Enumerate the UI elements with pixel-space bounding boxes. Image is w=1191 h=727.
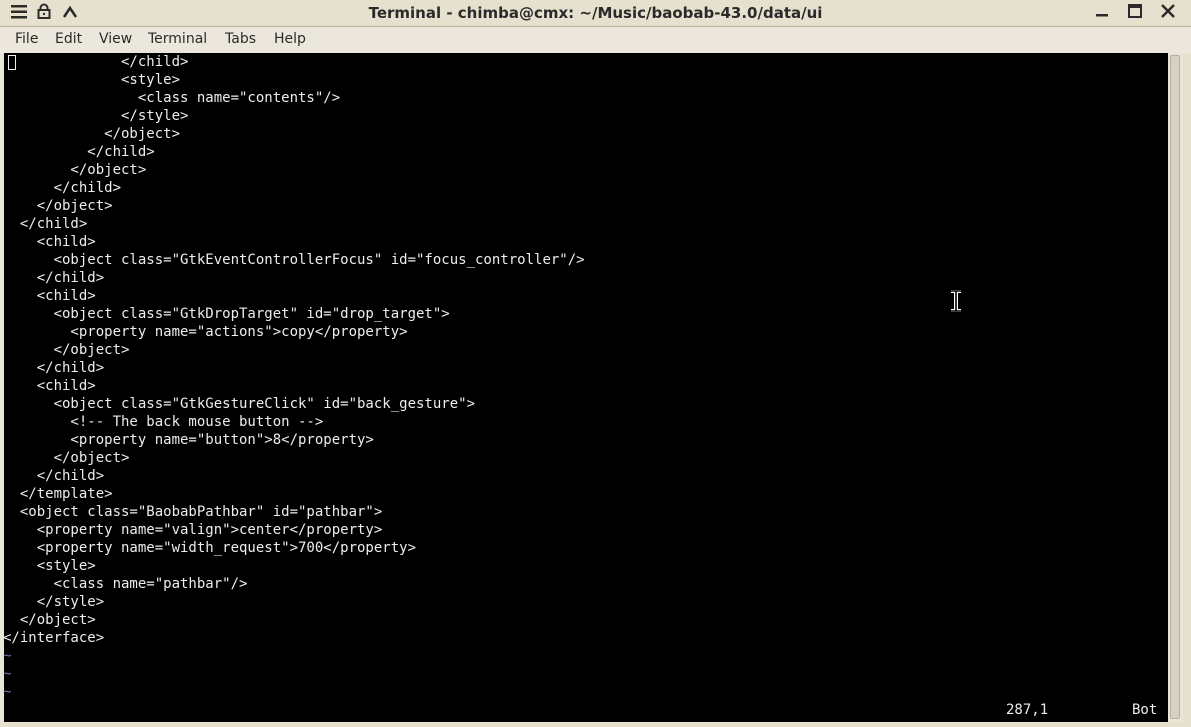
terminal-line: </object> [3, 126, 181, 142]
menu-help[interactable]: Help [274, 31, 306, 47]
terminal-line: </object> [3, 612, 96, 628]
terminal-line: <object class="GtkGestureClick" id="back… [3, 396, 476, 412]
terminal-line: <child> [3, 288, 96, 304]
terminal-line: </object> [3, 162, 147, 178]
terminal-line: <property name="button">8</property> [3, 432, 374, 448]
terminal-line: <class name="contents"/> [3, 90, 341, 106]
terminal-line: <style> [3, 558, 96, 574]
cursor-position: 287,1 [1006, 702, 1049, 718]
maximize-icon [1127, 3, 1143, 23]
menu-terminal[interactable]: Terminal [148, 31, 207, 47]
menu-edit[interactable]: Edit [55, 31, 82, 47]
terminal-line: <property name="width_request">700</prop… [3, 540, 417, 556]
minimize-icon [1094, 3, 1110, 23]
terminal-line: </child> [3, 54, 189, 70]
minimize-button[interactable] [1091, 2, 1113, 24]
terminal-line: </object> [3, 342, 130, 358]
terminal-line: <class name="pathbar"/> [3, 576, 248, 592]
window-border-right [1183, 53, 1191, 727]
terminal-line: </child> [3, 270, 105, 286]
menu-tabs[interactable]: Tabs [225, 31, 256, 47]
terminal-line: <child> [3, 234, 96, 250]
terminal-view[interactable] [4, 53, 1168, 722]
terminal-line: </child> [3, 468, 105, 484]
window-border-bottom [0, 722, 1191, 727]
terminal-line: <object class="GtkEventControllerFocus" … [3, 252, 585, 268]
terminal-line: </object> [3, 450, 130, 466]
terminal-line: </child> [3, 360, 105, 376]
terminal-line: <object class="BaobabPathbar" id="pathba… [3, 504, 383, 520]
maximize-button[interactable] [1124, 2, 1146, 24]
text-cursor [8, 55, 16, 70]
terminal-line: <style> [3, 72, 181, 88]
terminal-line: </style> [3, 594, 105, 610]
close-icon [1160, 3, 1176, 23]
terminal-line: </child> [3, 180, 122, 196]
terminal-line: <object class="GtkDropTarget" id="drop_t… [3, 306, 450, 322]
terminal-line: </interface> [3, 630, 105, 646]
terminal-line: </object> [3, 198, 113, 214]
empty-line-tilde: ~ [3, 684, 12, 700]
menu-file[interactable]: File [15, 31, 38, 47]
menu-bar: File Edit View Terminal Tabs Help [0, 27, 1191, 53]
terminal-line: <child> [3, 378, 96, 394]
terminal-line: <property name="valign">center</property… [3, 522, 383, 538]
window-title: Terminal - chimba@cmx: ~/Music/baobab-43… [368, 4, 823, 22]
terminal-line: </child> [3, 144, 155, 160]
terminal-line: </style> [3, 108, 189, 124]
scrollbar-thumb[interactable] [1170, 55, 1180, 719]
mouse-ibeam-icon [949, 289, 963, 313]
terminal-line: <property name="actions">copy</property> [3, 324, 408, 340]
title-bar[interactable]: Terminal - chimba@cmx: ~/Music/baobab-43… [0, 0, 1191, 27]
menu-view[interactable]: View [99, 31, 132, 47]
scroll-position: Bot [1132, 702, 1158, 718]
terminal-line: </template> [3, 486, 113, 502]
terminal-line: <!-- The back mouse button --> [3, 414, 324, 430]
empty-line-tilde: ~ [3, 648, 12, 664]
terminal-line: </child> [3, 216, 88, 232]
empty-line-tilde: ~ [3, 666, 12, 682]
close-button[interactable] [1157, 2, 1179, 24]
